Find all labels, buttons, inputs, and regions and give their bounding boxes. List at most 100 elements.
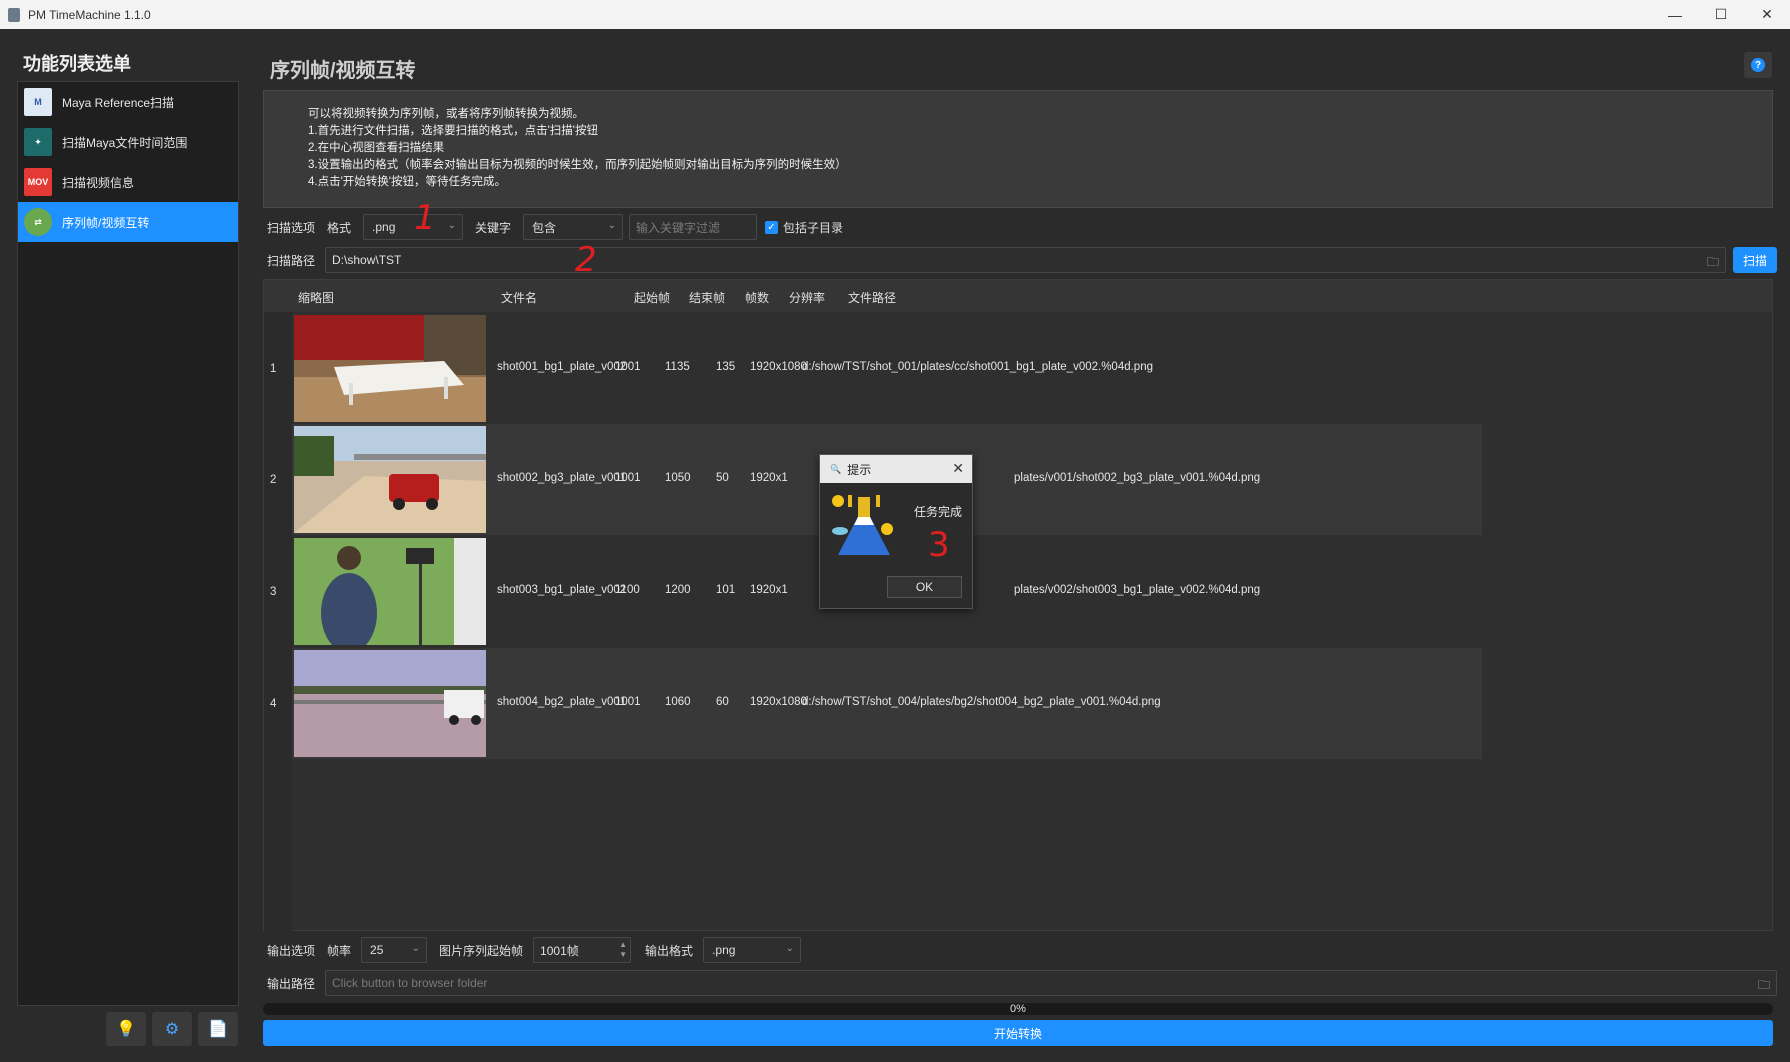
cell-end-frame: 1200 — [665, 584, 691, 596]
cell-filename: shot003_bg1_plate_v002 — [497, 584, 627, 596]
sidebar-item-label: 扫描Maya文件时间范围 — [62, 135, 188, 150]
output-format-value: .png — [712, 943, 736, 957]
table-header: 缩略图 文件名 起始帧 结束帧 帧数 分辨率 文件路径 — [264, 280, 1772, 312]
window-controls: — ☐ ✕ — [1652, 0, 1790, 29]
stepper-arrows-icon[interactable]: ▲ ▼ — [619, 940, 627, 960]
table-row[interactable]: shot004_bg2_plate_v001 1001 1060 60 1920… — [292, 648, 1482, 759]
chevron-down-icon: ⌄ — [785, 943, 795, 954]
header-filename[interactable]: 文件名 — [501, 289, 537, 306]
keyword-placeholder: 输入关键字过滤 — [636, 220, 721, 235]
header-filepath[interactable]: 文件路径 — [848, 289, 896, 306]
output-options-row: 输出选项 帧率 25 ⌄ 图片序列起始帧 1001帧 ▲ ▼ 输出格式 .png … — [263, 937, 802, 963]
message-dialog: 🔍 提示 ✕ 任务完成 OK — [819, 454, 973, 609]
progress-bar: 0% — [263, 1003, 1773, 1015]
cell-resolution: 1920x1080 — [750, 361, 807, 373]
settings-button[interactable]: ⚙ — [152, 1012, 192, 1046]
sidebar-item-sequence-video-convert[interactable]: ⇄ 序列帧/视频互转 — [18, 202, 238, 242]
header-end-frame[interactable]: 结束帧 — [689, 289, 725, 306]
close-window-button[interactable]: ✕ — [1744, 0, 1790, 29]
scan-button[interactable]: 扫描 — [1733, 247, 1778, 273]
tips-button[interactable]: 💡 — [106, 1012, 146, 1046]
sidebar-item-label: Maya Reference扫描 — [62, 95, 175, 110]
description-line: 3.设置输出的格式（帧率会对输出目标为视频的时候生效，而序列起始帧则对输出目标为… — [308, 159, 847, 171]
cell-frame-count: 135 — [716, 361, 736, 373]
gear-icon: ⚙ — [164, 1021, 180, 1038]
conversion-icon: ⇄ — [24, 208, 52, 236]
cell-end-frame: 1060 — [665, 696, 691, 708]
cell-frame-count: 60 — [716, 696, 729, 708]
scan-path-input[interactable]: D:\show\TST 🗀 — [325, 247, 1727, 274]
dialog-ok-button[interactable]: OK — [887, 576, 962, 598]
progress-text: 0% — [1010, 1003, 1026, 1015]
thumbnail-image — [294, 426, 486, 533]
success-illustration-icon — [832, 495, 893, 555]
maximize-button[interactable]: ☐ — [1698, 0, 1744, 29]
keyword-input[interactable]: 输入关键字过滤 — [629, 214, 758, 240]
thumbnail-image — [294, 650, 486, 757]
docs-button[interactable]: 📄 — [198, 1012, 238, 1046]
cell-start-frame: 1001 — [615, 472, 641, 484]
thumbnail-image — [294, 538, 486, 645]
help-button[interactable]: ? — [1744, 52, 1772, 78]
fps-value: 25 — [370, 943, 384, 957]
output-path-placeholder: Click button to browser folder — [332, 976, 488, 990]
document-search-icon: M — [24, 88, 52, 116]
sidebar: M Maya Reference扫描 ✦ 扫描Maya文件时间范围 MOV 扫描… — [17, 81, 239, 1006]
sidebar-item-maya-time-range[interactable]: ✦ 扫描Maya文件时间范围 — [18, 122, 238, 162]
folder-icon[interactable]: 🗀 — [1707, 253, 1719, 274]
cell-frame-count: 101 — [716, 584, 736, 596]
seq-start-label: 图片序列起始帧 — [439, 943, 524, 958]
dialog-close-button[interactable]: ✕ — [952, 460, 964, 477]
header-frame-count[interactable]: 帧数 — [745, 289, 769, 306]
header-start-frame[interactable]: 起始帧 — [634, 289, 670, 306]
output-path-row: 输出路径 Click button to browser folder 🗀 — [263, 970, 1778, 997]
row-number: 2 — [270, 474, 277, 486]
cell-filepath: plates/v001/shot002_bg3_plate_v001.%04d.… — [1014, 472, 1261, 484]
format-select-value: .png — [372, 220, 396, 234]
table-row[interactable]: shot001_bg1_plate_v002 1001 1135 135 192… — [292, 313, 1482, 424]
dialog-title: 提示 — [847, 462, 872, 477]
cell-end-frame: 1135 — [665, 361, 690, 373]
annotation-3: 3 — [928, 525, 950, 565]
cell-filepath: d:/show/TST/shot_001/plates/cc/shot001_b… — [802, 361, 1153, 373]
dialog-icon: 🔍 — [830, 463, 842, 474]
minimize-button[interactable]: — — [1652, 0, 1698, 29]
description-line: 1.首先进行文件扫描，选择要扫描的格式，点击'扫描'按钮 — [308, 125, 598, 137]
cell-frame-count: 50 — [716, 472, 729, 484]
cell-end-frame: 1050 — [665, 472, 691, 484]
sidebar-title: 功能列表选单 — [23, 54, 131, 74]
scan-options-label: 扫描选项 — [267, 220, 316, 235]
cell-resolution: 1920x1080 — [750, 696, 807, 708]
include-subdirs-label: 包括子目录 — [783, 220, 844, 235]
dialog-message: 任务完成 — [914, 505, 963, 519]
lightbulb-icon: 💡 — [116, 1021, 136, 1038]
header-resolution[interactable]: 分辨率 — [789, 289, 825, 306]
start-convert-button[interactable]: 开始转换 — [263, 1020, 1773, 1046]
output-path-input[interactable]: Click button to browser folder 🗀 — [325, 970, 1778, 997]
folder-icon[interactable]: 🗀 — [1758, 976, 1770, 997]
cell-resolution: 1920x1 — [750, 472, 788, 484]
cell-filename: shot002_bg3_plate_v001 — [497, 472, 627, 484]
description-line: 4.点击'开始转换'按钮，等待任务完成。 — [308, 176, 506, 188]
keyword-mode-select[interactable]: 包含 ⌄ — [523, 214, 624, 240]
seq-start-stepper[interactable]: 1001帧 ▲ ▼ — [533, 937, 632, 963]
output-format-select[interactable]: .png ⌄ — [703, 937, 802, 963]
scan-path-label: 扫描路径 — [267, 253, 316, 268]
chevron-down-icon: ⌄ — [411, 943, 421, 954]
mov-file-icon: MOV — [24, 168, 52, 196]
sidebar-item-label: 序列帧/视频互转 — [62, 215, 150, 230]
row-number: 1 — [270, 363, 277, 375]
sidebar-tools: 💡 ⚙ 📄 — [106, 1012, 238, 1046]
fps-select[interactable]: 25 ⌄ — [361, 937, 428, 963]
include-subdirs-checkbox[interactable]: ✓ — [765, 220, 779, 234]
cell-resolution: 1920x1 — [750, 584, 788, 596]
page-title: 序列帧/视频互转 — [270, 60, 416, 82]
cell-filename: shot001_bg1_plate_v002 — [497, 361, 627, 373]
sidebar-item-video-info[interactable]: MOV 扫描视频信息 — [18, 162, 238, 202]
description-panel: 可以将视频转换为序列帧，或者将序列帧转换为视频。 1.首先进行文件扫描，选择要扫… — [263, 90, 1773, 208]
header-thumbnail[interactable]: 缩略图 — [298, 289, 334, 306]
document-icon: 📄 — [208, 1021, 228, 1038]
fps-label: 帧率 — [327, 943, 352, 958]
sidebar-item-maya-reference[interactable]: M Maya Reference扫描 — [18, 82, 238, 122]
help-icon: ? — [1751, 58, 1765, 72]
